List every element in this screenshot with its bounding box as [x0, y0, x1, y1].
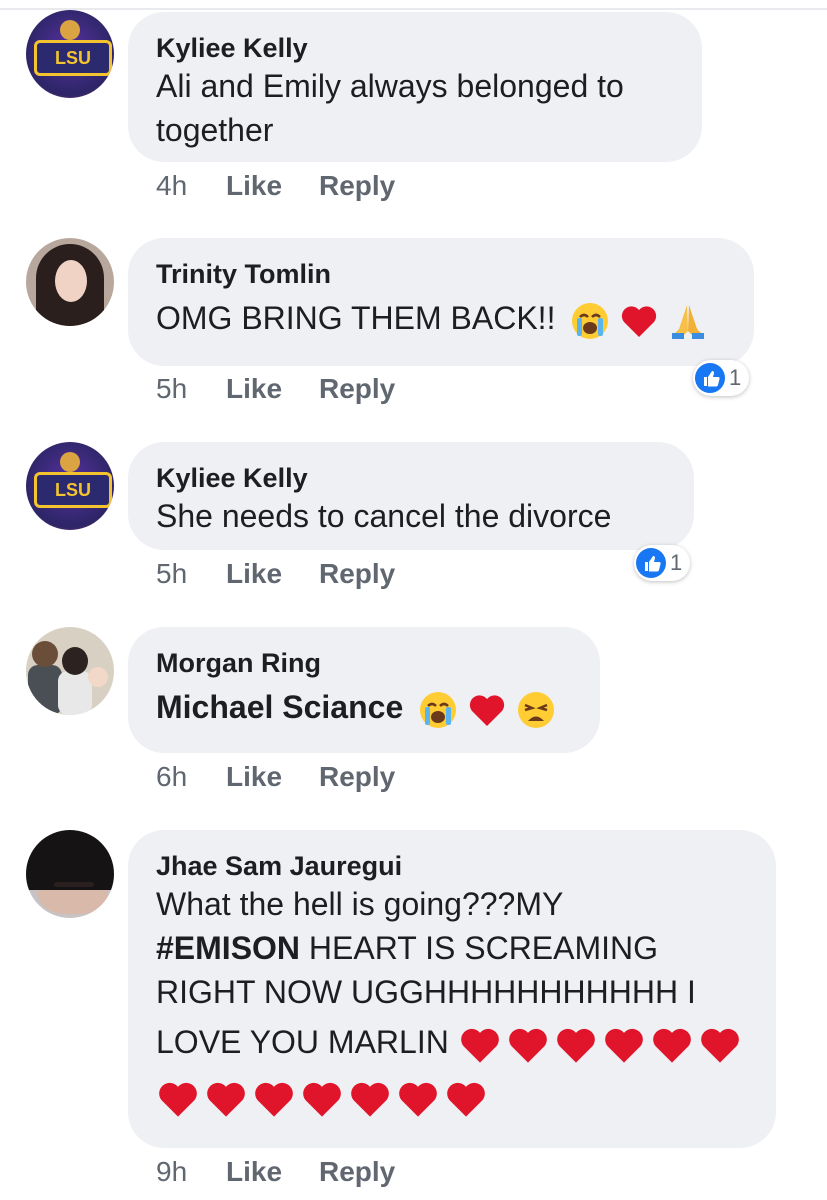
- avatar-eyes: [54, 882, 94, 887]
- avatar-person: [88, 667, 108, 687]
- reply-button[interactable]: Reply: [319, 373, 395, 405]
- tiger-logo-icon: [60, 452, 80, 472]
- loudly-crying-face-icon: [420, 691, 457, 728]
- comment-text: Ali and Emily always belonged to togethe…: [156, 64, 674, 152]
- avatar-person: [28, 665, 62, 715]
- comment-bubble: Morgan Ring Michael Sciance: [128, 627, 600, 753]
- comment-text-line: What the hell is going???MY: [156, 886, 564, 922]
- timestamp[interactable]: 9h: [156, 1156, 187, 1188]
- top-divider: [0, 8, 827, 10]
- comment-text-line: RIGHT NOW UGGHHHHHHHHHHH I: [156, 974, 696, 1010]
- comment-bubble: Kyliee Kelly Ali and Emily always belong…: [128, 12, 702, 162]
- like-button[interactable]: Like: [226, 761, 282, 793]
- lsu-logo-icon: LSU: [34, 40, 112, 76]
- comment-text-content: OMG BRING THEM BACK!!: [156, 300, 556, 336]
- comment-text-line: Ali and Emily always belonged to: [156, 68, 624, 104]
- comment-author[interactable]: Trinity Tomlin: [156, 258, 726, 290]
- thumbs-up-icon: [636, 548, 666, 578]
- thumbs-up-icon: [695, 363, 725, 393]
- comment-author[interactable]: Kyliee Kelly: [156, 32, 674, 64]
- timestamp[interactable]: 5h: [156, 373, 187, 405]
- red-heart-icon: [303, 1082, 341, 1117]
- avatar[interactable]: [26, 830, 114, 918]
- comment-author[interactable]: Kyliee Kelly: [156, 462, 666, 494]
- like-button[interactable]: Like: [226, 558, 282, 590]
- comment-bubble: Trinity Tomlin OMG BRING THEM BACK!!: [128, 238, 754, 366]
- lsu-logo-icon: LSU: [34, 472, 112, 508]
- avatar[interactable]: LSU: [26, 10, 114, 98]
- reply-button[interactable]: Reply: [319, 170, 395, 202]
- comment-bubble: Jhae Sam Jauregui What the hell is going…: [128, 830, 776, 1148]
- red-heart-icon: [652, 1028, 691, 1063]
- red-heart-icon: [556, 1028, 595, 1063]
- comment-text-line: LOVE YOU MARLIN: [156, 1020, 748, 1074]
- avatar-person: [32, 641, 58, 667]
- tiger-logo-icon: [60, 20, 80, 40]
- timestamp[interactable]: 6h: [156, 761, 187, 793]
- avatar[interactable]: LSU: [26, 442, 114, 530]
- comment-text-line: #EMISON HEART IS SCREAMING: [156, 926, 748, 970]
- red-heart-icon: [159, 1082, 197, 1117]
- reaction-count: 1: [670, 550, 683, 575]
- like-button[interactable]: Like: [226, 373, 282, 405]
- hearts-row: [156, 1074, 748, 1128]
- comment-text-segment: HEART IS SCREAMING: [300, 930, 659, 966]
- red-heart-icon: [351, 1082, 389, 1117]
- like-button[interactable]: Like: [226, 1156, 282, 1188]
- reaction-count: 1: [729, 365, 742, 390]
- comment-text: OMG BRING THEM BACK!!: [156, 296, 726, 341]
- red-heart-icon: [508, 1028, 547, 1063]
- reply-button[interactable]: Reply: [319, 1156, 395, 1188]
- folded-hands-icon: [672, 304, 705, 339]
- comment-text-content: Michael Sciance: [156, 689, 404, 725]
- avatar[interactable]: [26, 627, 114, 715]
- red-heart-icon: [399, 1082, 437, 1117]
- avatar-hair: [26, 830, 114, 890]
- timestamp[interactable]: 5h: [156, 558, 187, 590]
- red-heart-icon: [469, 694, 505, 726]
- red-heart-icon: [604, 1028, 643, 1063]
- reply-button[interactable]: Reply: [319, 558, 395, 590]
- comment-text: Michael Sciance: [156, 685, 572, 730]
- reply-button[interactable]: Reply: [319, 761, 395, 793]
- comment-text: She needs to cancel the divorce: [156, 498, 612, 534]
- reaction-badge[interactable]: 1: [634, 545, 691, 581]
- comment-author[interactable]: Morgan Ring: [156, 647, 572, 679]
- avatar-person: [62, 647, 88, 675]
- comment-text: What the hell is going???MY #EMISON HEAR…: [156, 882, 748, 1128]
- like-button[interactable]: Like: [226, 170, 282, 202]
- avatar-face: [55, 260, 87, 302]
- red-heart-icon: [207, 1082, 245, 1117]
- comment-text-line: together: [156, 112, 274, 148]
- red-heart-icon: [447, 1082, 485, 1117]
- red-heart-icon: [255, 1082, 293, 1117]
- avatar[interactable]: [26, 238, 114, 326]
- red-heart-icon: [460, 1028, 499, 1063]
- red-heart-icon: [622, 305, 657, 337]
- red-heart-icon: [700, 1028, 739, 1063]
- hashtag-link[interactable]: #EMISON: [156, 930, 300, 966]
- comment-text-segment: LOVE YOU MARLIN: [156, 1024, 449, 1060]
- hearts-row: [458, 1024, 746, 1063]
- comment-author[interactable]: Jhae Sam Jauregui: [156, 850, 748, 882]
- comment-bubble: Kyliee Kelly She needs to cancel the div…: [128, 442, 694, 550]
- reaction-badge[interactable]: 1: [693, 360, 750, 396]
- avatar-person: [58, 671, 92, 715]
- timestamp[interactable]: 4h: [156, 170, 187, 202]
- weary-face-icon: [517, 691, 554, 728]
- loudly-crying-face-icon: [572, 302, 609, 339]
